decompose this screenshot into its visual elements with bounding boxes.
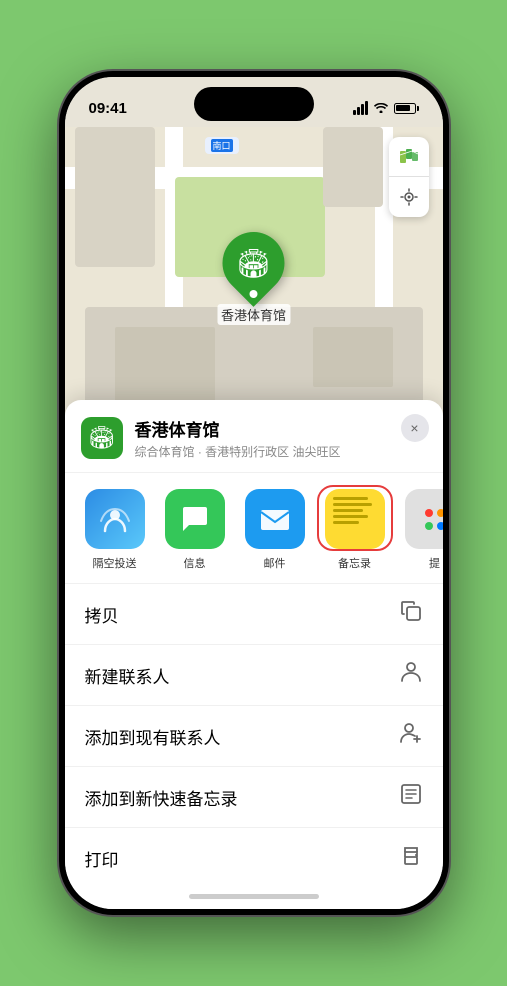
more-dots-row2	[425, 522, 443, 530]
pin-dot	[249, 290, 257, 298]
share-row: 隔空投送 信息	[65, 473, 443, 584]
notes-lines	[325, 489, 385, 549]
phone-screen: 09:41	[65, 77, 443, 909]
dot-red	[425, 509, 433, 517]
place-name: 香港体育馆	[135, 416, 427, 441]
map-block-left	[75, 127, 155, 267]
label-prefix: 南口	[211, 139, 233, 152]
signal-bar-4	[365, 101, 368, 115]
notes-line-5	[333, 521, 359, 524]
note-icon	[399, 782, 423, 812]
home-indicator	[65, 888, 443, 899]
dynamic-island	[194, 87, 314, 121]
messages-label: 信息	[184, 555, 206, 571]
signal-bars-icon	[353, 101, 368, 115]
copy-icon	[399, 599, 423, 629]
notes-icon-wrap	[325, 489, 385, 549]
signal-bar-2	[357, 107, 360, 115]
action-label-quick-note: 添加到新快速备忘录	[85, 785, 238, 810]
action-row-new-contact[interactable]: 新建联系人	[65, 645, 443, 706]
share-item-airdrop[interactable]: 隔空投送	[81, 489, 149, 571]
more-label: 提	[429, 555, 440, 571]
share-item-notes[interactable]: 备忘录	[321, 489, 389, 571]
action-label-print: 打印	[85, 846, 119, 871]
notes-line-3	[333, 509, 364, 512]
pin-label: 香港体育馆	[217, 304, 290, 325]
close-button[interactable]: ×	[401, 414, 429, 442]
airdrop-label: 隔空投送	[93, 555, 137, 571]
place-header: 🏟 香港体育馆 综合体育馆 · 香港特别行政区 油尖旺区 ×	[65, 400, 443, 473]
status-time: 09:41	[89, 100, 127, 117]
notes-line-1	[333, 497, 368, 500]
place-emoji: 🏟	[88, 425, 116, 451]
mail-label: 邮件	[264, 555, 286, 571]
location-pin: 🏟 香港体育馆	[217, 232, 290, 325]
map-label: 南口	[205, 137, 239, 154]
action-row-copy[interactable]: 拷贝	[65, 584, 443, 645]
pin-emoji: 🏟	[236, 247, 272, 280]
notes-label: 备忘录	[338, 555, 371, 571]
place-icon: 🏟	[81, 417, 123, 459]
home-indicator-bar	[189, 894, 319, 899]
share-item-more[interactable]: 提	[401, 489, 443, 571]
action-label-copy: 拷贝	[85, 602, 119, 627]
person-add-icon	[399, 721, 423, 751]
notes-line-4	[333, 515, 368, 518]
map-block-right	[323, 127, 383, 207]
mail-icon-wrap	[245, 489, 305, 549]
map-inner-block2	[313, 327, 393, 387]
action-rows: 拷贝 新建联系人	[65, 584, 443, 888]
phone-frame: 09:41	[59, 71, 449, 915]
person-icon	[399, 660, 423, 690]
dot-blue	[437, 522, 443, 530]
more-icon-wrap	[405, 489, 443, 549]
printer-icon	[399, 843, 423, 873]
map-type-button[interactable]	[389, 137, 429, 177]
dot-green	[425, 522, 433, 530]
status-icons	[353, 100, 419, 116]
messages-icon-wrap	[165, 489, 225, 549]
place-subtitle: 综合体育馆 · 香港特别行政区 油尖旺区	[135, 443, 427, 460]
action-label-add-contact: 添加到现有联系人	[85, 724, 221, 749]
action-row-quick-note[interactable]: 添加到新快速备忘录	[65, 767, 443, 828]
location-button[interactable]	[389, 177, 429, 217]
place-info: 香港体育馆 综合体育馆 · 香港特别行政区 油尖旺区	[135, 416, 427, 460]
action-row-add-contact[interactable]: 添加到现有联系人	[65, 706, 443, 767]
action-label-new-contact: 新建联系人	[85, 663, 170, 688]
signal-bar-3	[361, 104, 364, 115]
battery-icon	[394, 103, 419, 114]
map-controls[interactable]	[389, 137, 429, 217]
more-dots-row1	[425, 509, 443, 517]
signal-bar-1	[353, 110, 356, 115]
dot-orange	[437, 509, 443, 517]
wifi-icon	[373, 100, 389, 116]
notes-line-2	[333, 503, 373, 506]
airdrop-icon-wrap	[85, 489, 145, 549]
action-row-print[interactable]: 打印	[65, 828, 443, 888]
share-item-messages[interactable]: 信息	[161, 489, 229, 571]
share-item-mail[interactable]: 邮件	[241, 489, 309, 571]
bottom-sheet: 🏟 香港体育馆 综合体育馆 · 香港特别行政区 油尖旺区 ×	[65, 400, 443, 909]
